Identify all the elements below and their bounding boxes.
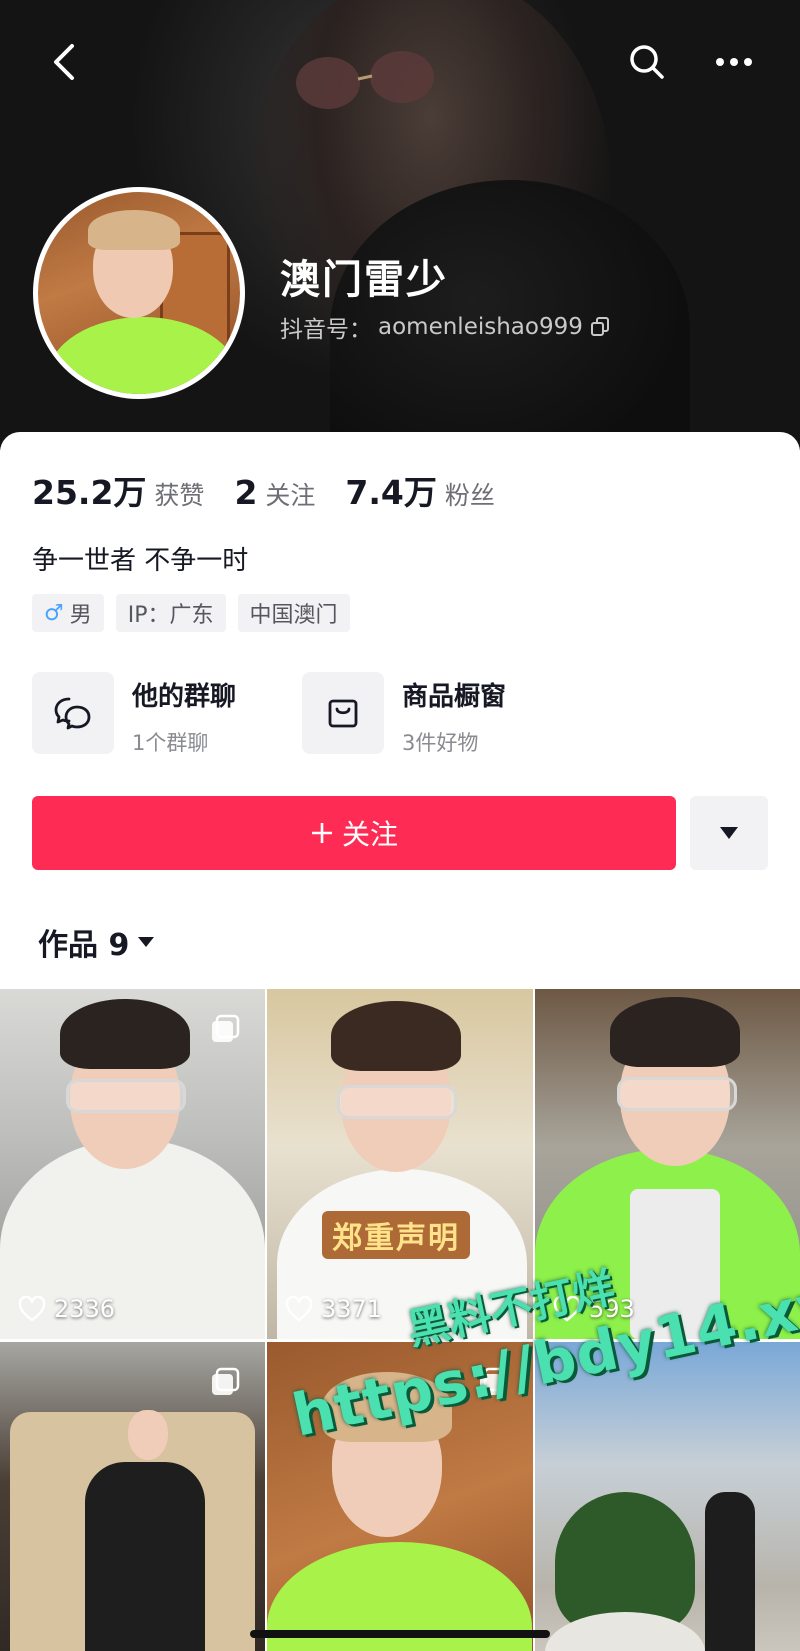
search-icon [630, 45, 664, 79]
thumb-pine-tree [555, 1492, 695, 1632]
tag-gender: ♂ 男 [32, 594, 104, 632]
thumb-tshirt [630, 1189, 720, 1339]
follow-button-label: 关注 [341, 818, 398, 851]
stat-likes-label: 获赞 [154, 481, 205, 510]
tab-works-label: 作品 9 [38, 928, 130, 963]
profile-banner: 澳门雷少 抖音号： aomenleishao999 [0, 0, 800, 450]
profile-card: 25.2万 获赞 2 关注 7.4万 粉丝 争一世者 不争一时 ♂ 男 IP：广… [0, 432, 800, 1651]
plus-icon [311, 823, 332, 843]
thumb-glasses [617, 1077, 737, 1111]
multi-image-icon [212, 1014, 240, 1042]
video-tile[interactable]: 593 [535, 989, 800, 1339]
video-caption: 郑重声明 [322, 1211, 470, 1259]
avatar-hair [88, 210, 180, 250]
video-likes-count: 3371 [321, 1295, 383, 1323]
group-chat-entry[interactable]: 他的群聊 1个群聊 [32, 672, 254, 757]
tab-works[interactable]: 作品 9 [38, 920, 155, 964]
stat-followers[interactable]: 7.4万 粉丝 [345, 466, 494, 514]
tag-ip: IP：广东 [115, 594, 226, 632]
stat-followers-label: 粉丝 [444, 481, 495, 510]
chat-bubbles-icon [54, 697, 91, 730]
tag-ip-label: IP：广东 [127, 603, 214, 628]
follow-button[interactable]: 关注 [32, 796, 676, 870]
profile-shortcuts: 他的群聊 1个群聊 商品橱窗 3件好物 [32, 672, 506, 757]
tag-location-label: 中国澳门 [249, 603, 338, 628]
thumb-hair [331, 1001, 461, 1071]
video-tile[interactable] [267, 1342, 533, 1651]
multi-image-icon [480, 1367, 508, 1395]
tag-gender-label: 男 [69, 603, 92, 628]
video-tile[interactable] [535, 1342, 800, 1651]
thumb-person [705, 1492, 755, 1651]
more-dots-icon [716, 58, 752, 66]
group-chat-title: 他的群聊 [132, 682, 237, 712]
home-indicator[interactable] [250, 1630, 550, 1638]
video-tile[interactable]: 郑重声明 3371 [267, 989, 533, 1339]
recommend-dropdown-button[interactable] [690, 796, 768, 870]
more-button[interactable] [710, 38, 758, 86]
video-tile[interactable] [0, 1342, 265, 1651]
stat-following-value: 2 [234, 473, 258, 512]
heart-icon [18, 1296, 46, 1322]
profile-id[interactable]: 抖音号： aomenleishao999 [280, 310, 611, 344]
heart-icon [553, 1296, 581, 1322]
stat-following-label: 关注 [265, 481, 316, 510]
profile-id-label: 抖音号： [280, 317, 372, 343]
multi-image-icon [212, 1367, 240, 1395]
profile-stats: 25.2万 获赞 2 关注 7.4万 粉丝 [32, 466, 525, 514]
thumb-suit [85, 1462, 205, 1651]
video-likes-count: 2336 [54, 1295, 116, 1323]
shop-count: 3件好物 [402, 731, 479, 755]
follow-row: 关注 [32, 796, 768, 870]
video-grid: 2336 郑重声明 3371 593 [0, 989, 800, 1651]
thumb-glasses [66, 1079, 186, 1113]
profile-tags: ♂ 男 IP：广东 中国澳门 [32, 594, 350, 632]
shop-icon-box [302, 672, 384, 754]
avatar[interactable] [33, 187, 245, 399]
profile-bio: 争一世者 不争一时 [32, 546, 249, 576]
triangle-down-icon [720, 827, 738, 839]
shopping-bag-icon [328, 699, 358, 728]
back-button[interactable] [40, 38, 88, 86]
thumb-glasses [337, 1085, 457, 1119]
caret-down-icon [138, 937, 155, 947]
copy-icon[interactable] [589, 316, 611, 338]
stat-followers-value: 7.4万 [345, 473, 437, 512]
profile-name: 澳门雷少 [280, 257, 448, 303]
group-chat-icon-box [32, 672, 114, 754]
thumb-face [128, 1410, 168, 1460]
group-chat-count: 1个群聊 [132, 731, 209, 755]
male-icon: ♂ [44, 600, 64, 626]
search-button[interactable] [623, 38, 671, 86]
video-likes: 593 [553, 1295, 635, 1323]
heart-icon [285, 1296, 313, 1322]
stat-likes-value: 25.2万 [32, 473, 147, 512]
stat-following[interactable]: 2 关注 [234, 473, 315, 512]
video-tile[interactable]: 2336 [0, 989, 265, 1339]
profile-id-value: aomenleishao999 [378, 314, 583, 340]
video-likes-count: 593 [589, 1295, 635, 1323]
thumb-hair [322, 1372, 452, 1442]
video-likes: 3371 [285, 1295, 382, 1323]
thumb-hair [610, 997, 740, 1067]
shop-title: 商品橱窗 [402, 682, 507, 712]
thumb-hair [60, 999, 190, 1069]
stat-likes[interactable]: 25.2万 获赞 [32, 466, 204, 514]
banner-photo-glasses [296, 51, 434, 109]
video-likes: 2336 [18, 1295, 115, 1323]
chevron-left-icon [54, 44, 74, 80]
shop-window-entry[interactable]: 商品橱窗 3件好物 [302, 672, 506, 757]
tag-location: 中国澳门 [237, 594, 350, 632]
